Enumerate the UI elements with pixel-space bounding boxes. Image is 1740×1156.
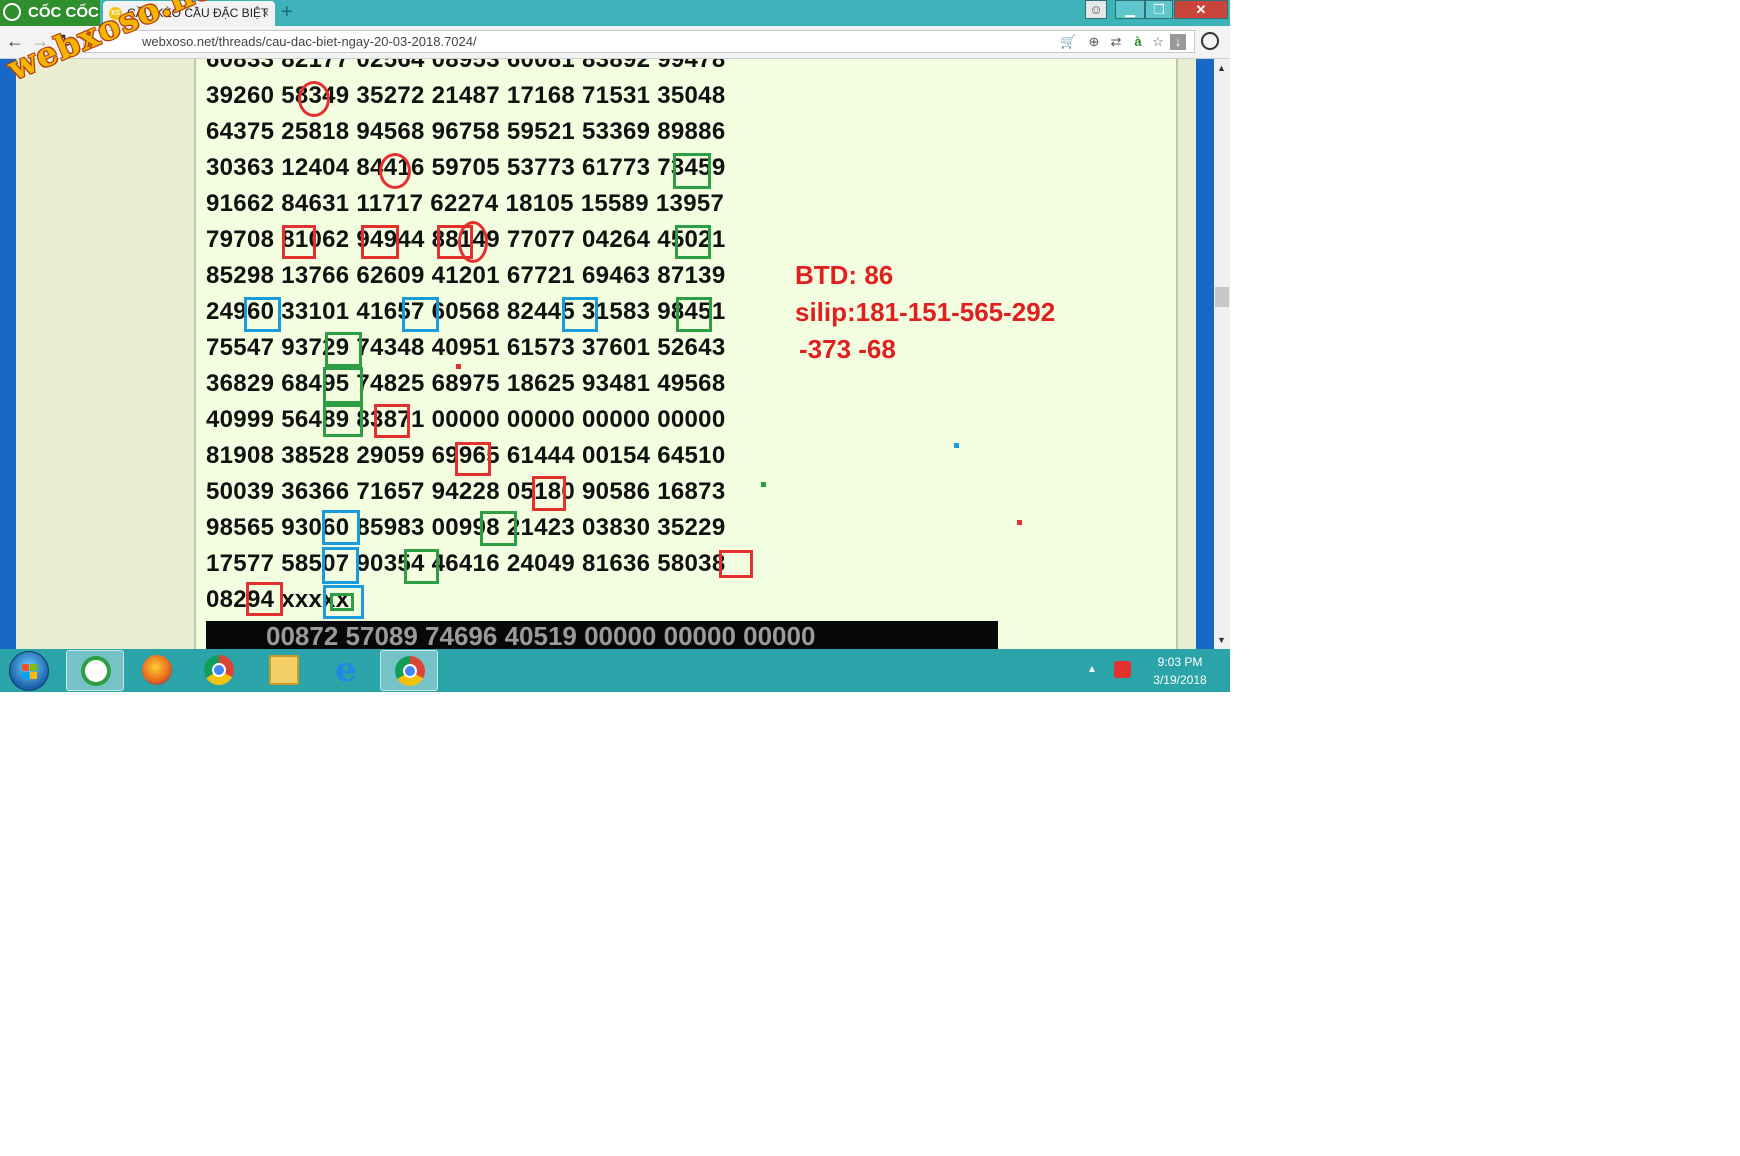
highlight-box — [323, 367, 363, 404]
grid-row: 30363 12404 84416 59705 53773 61773 7345… — [206, 154, 726, 181]
right-blue-border — [1196, 59, 1214, 649]
ie-icon[interactable]: e — [317, 650, 375, 691]
translate-icon[interactable]: ⇄ — [1108, 34, 1124, 50]
grid-row: 39260 58349 35272 21487 17168 71531 3504… — [206, 82, 726, 109]
new-tab-button[interactable]: + — [281, 0, 301, 24]
left-blue-border — [0, 59, 16, 649]
highlight-box — [480, 511, 517, 546]
right-sidebar — [1178, 59, 1196, 649]
highlight-box — [455, 442, 491, 476]
highlight-box — [246, 582, 283, 616]
maximize-button[interactable]: ❐ — [1145, 0, 1173, 19]
zoom-icon[interactable]: ⊕ — [1086, 34, 1102, 50]
scroll-down-icon[interactable]: ▼ — [1217, 635, 1226, 645]
avast-icon[interactable]: à — [1130, 34, 1146, 50]
minimize-button[interactable]: ▁ — [1115, 0, 1145, 19]
grid-row: 17577 58507 90354 46416 24049 81636 5803… — [206, 550, 726, 577]
highlight-box — [361, 225, 399, 259]
grid-row: 40999 56489 83871 00000 00000 00000 0000… — [206, 406, 726, 433]
stray-dot — [456, 364, 461, 369]
close-window-button[interactable]: ✕ — [1174, 0, 1228, 19]
user-icon[interactable]: ☺ — [1085, 0, 1107, 19]
grid-row: 85298 13766 62609 41201 67721 69463 8713… — [206, 262, 726, 289]
highlight-box — [719, 550, 753, 578]
highlight-box — [675, 225, 711, 259]
clock[interactable]: 9:03 PM 3/19/2018 — [1140, 653, 1220, 689]
firefox-icon[interactable] — [128, 650, 186, 691]
slip-note: silip:181-151-565-292 — [795, 297, 1056, 327]
chrome-icon[interactable] — [380, 650, 438, 691]
grid-row: 24960 33101 41657 60568 82445 31583 9845… — [206, 298, 726, 325]
highlight-box — [676, 297, 712, 332]
firefox-app-icon — [142, 655, 172, 685]
grid-row: 64375 25818 94568 96758 59521 53369 8988… — [206, 118, 726, 145]
grid-row: 50039 36366 71657 94228 05180 90586 1687… — [206, 478, 726, 505]
chrome-app-icon — [395, 656, 425, 686]
clock-time: 9:03 PM — [1157, 655, 1203, 669]
cart-icon[interactable]: 🛒 — [1060, 34, 1076, 50]
highlight-box — [673, 153, 711, 189]
highlight-box — [325, 332, 362, 367]
tray-expand-icon[interactable]: ▲ — [1087, 664, 1097, 675]
highlight-box — [322, 547, 359, 584]
highlight-circle — [298, 81, 330, 117]
grid-row: 36829 68495 74825 68975 18625 93481 4956… — [206, 370, 726, 397]
highlight-box — [282, 225, 316, 259]
scroll-up-icon[interactable]: ▲ — [1217, 63, 1226, 73]
stray-dot — [1017, 520, 1022, 525]
scroll-thumb[interactable] — [1215, 287, 1229, 307]
highlight-box — [323, 404, 363, 437]
scrollbar[interactable]: ▲ ▼ — [1214, 59, 1230, 649]
highlight-box — [402, 297, 439, 332]
stray-dot — [954, 443, 959, 448]
highlight-box — [374, 404, 410, 438]
highlight-box — [562, 297, 598, 332]
page-content: 60833 82177 02564 08953 60081 83892 9947… — [0, 59, 1214, 649]
highlight-box — [404, 549, 439, 584]
prediction-notes: BTD: 86 silip:181-151-565-292 -373 -68 — [795, 257, 1055, 368]
highlight-box — [532, 476, 566, 511]
left-sidebar — [16, 59, 196, 649]
coccoc-logo-icon — [3, 3, 21, 21]
grid-row: 08294 xxxxx — [206, 586, 350, 613]
slip-note-continued: -373 -68 — [799, 334, 896, 364]
address-toolbar: ← → ↻ webxoso.net/threads/cau-dac-biet-n… — [0, 26, 1230, 59]
taskbar: e ▲ 9:03 PM 3/19/2018 — [0, 649, 1230, 692]
bottom-result-row: 00872 57089 74696 40519 00000 00000 0000… — [206, 621, 998, 649]
chrome-app-icon — [204, 655, 234, 685]
screenshot: CỐC CỐC XS CẦU KÈO CẦU ĐẶC BIỆT × + ☺ ▁ … — [0, 0, 1230, 692]
coccoc-app-icon — [81, 656, 111, 686]
clock-date: 3/19/2018 — [1153, 673, 1207, 687]
folder-icon[interactable] — [255, 650, 313, 691]
url-input[interactable]: webxoso.net/threads/cau-dac-biet-ngay-20… — [83, 30, 1195, 53]
highlight-box — [244, 297, 281, 332]
number-grid: 60833 82177 02564 08953 60081 83892 9947… — [206, 59, 725, 618]
highlight-box — [322, 510, 360, 545]
download-icon[interactable]: ↓ — [1170, 34, 1186, 50]
highlight-box — [437, 225, 473, 259]
highlight-box — [330, 593, 354, 611]
grid-row: 91662 84631 11717 62274 18105 15589 1395… — [206, 190, 725, 217]
url-text: webxoso.net/threads/cau-dac-biet-ngay-20… — [142, 34, 477, 49]
tab-close-icon[interactable]: × — [262, 1, 269, 25]
grid-row: 75547 93729 74348 40951 61573 37601 5264… — [206, 334, 726, 361]
start-icon[interactable] — [9, 651, 49, 691]
grid-row: 98565 93060 85983 00998 21423 03830 3522… — [206, 514, 726, 541]
chrome-icon[interactable] — [190, 650, 248, 691]
btd-note: BTD: 86 — [795, 260, 894, 290]
tray-app-icon[interactable] — [1114, 661, 1131, 678]
coccoc-icon[interactable] — [66, 650, 124, 691]
stray-dot — [761, 482, 766, 487]
highlight-circle — [379, 153, 411, 189]
browser-menu-icon[interactable] — [1201, 32, 1219, 50]
grid-row: 60833 82177 02564 08953 60081 83892 9947… — [206, 59, 726, 73]
bookmark-star-icon[interactable]: ☆ — [1150, 34, 1166, 50]
windows-flag-icon — [22, 664, 38, 680]
ie-app-icon: e — [335, 650, 357, 690]
folder-app-icon — [269, 655, 299, 685]
